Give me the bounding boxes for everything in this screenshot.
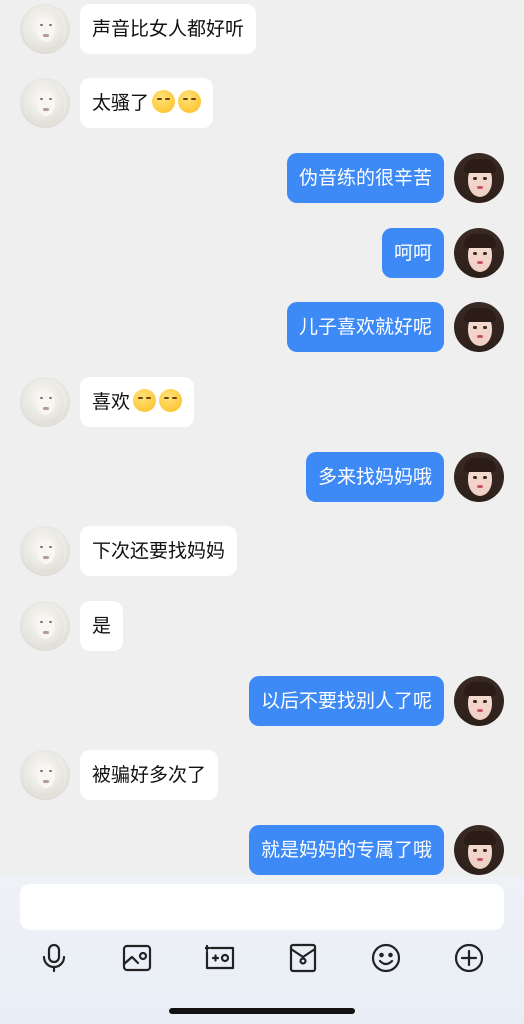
message-bubble[interactable]: 下次还要找妈妈 — [80, 526, 238, 576]
my-avatar[interactable] — [454, 825, 504, 875]
message-text: 多来找妈妈哦 — [317, 466, 432, 488]
message-row: 以后不要找别人了呢 — [0, 676, 524, 726]
message-text: 以后不要找别人了呢 — [260, 690, 432, 712]
message-row: 声音比女人都好听 — [0, 4, 524, 54]
composer-toolbar — [0, 940, 524, 980]
message-row: 呵呵 — [0, 228, 524, 278]
contact-avatar[interactable] — [20, 377, 70, 427]
message-text: 太骚了 — [92, 92, 150, 114]
video-icon[interactable] — [202, 940, 238, 976]
microphone-icon[interactable] — [36, 940, 72, 976]
message-row: 被骗好多次了 — [0, 750, 524, 800]
message-text: 儿子喜欢就好呢 — [298, 316, 432, 338]
contact-avatar[interactable] — [20, 750, 70, 800]
message-row: 下次还要找妈妈 — [0, 526, 524, 576]
message-text: 就是妈妈的专属了哦 — [260, 839, 432, 861]
message-bubble[interactable]: 呵呵 — [381, 228, 444, 278]
message-row: 是 — [0, 601, 524, 651]
message-bubble[interactable]: 太骚了 — [80, 78, 214, 128]
my-avatar[interactable] — [454, 302, 504, 352]
message-row: 就是妈妈的专属了哦 — [0, 825, 524, 875]
sneezing-face-icon — [178, 90, 202, 113]
message-row: 喜欢 — [0, 377, 524, 427]
message-input[interactable] — [20, 884, 504, 930]
message-text: 下次还要找妈妈 — [92, 540, 226, 562]
message-row: 伪音练的很辛苦 — [0, 153, 524, 203]
contact-avatar[interactable] — [20, 526, 70, 576]
message-row: 多来找妈妈哦 — [0, 452, 524, 502]
message-bubble[interactable]: 儿子喜欢就好呢 — [286, 302, 444, 352]
my-avatar[interactable] — [454, 452, 504, 502]
contact-avatar[interactable] — [20, 78, 70, 128]
message-bubble[interactable]: 被骗好多次了 — [80, 750, 219, 800]
message-row: 太骚了 — [0, 78, 524, 128]
message-text: 是 — [92, 615, 112, 637]
message-text: 声音比女人都好听 — [92, 18, 245, 40]
my-avatar[interactable] — [454, 228, 504, 278]
message-bubble[interactable]: 多来找妈妈哦 — [305, 452, 444, 502]
message-bubble[interactable]: 声音比女人都好听 — [80, 4, 257, 54]
message-text: 喜欢 — [92, 391, 131, 413]
image-icon[interactable] — [119, 940, 155, 976]
emoji-icon[interactable] — [368, 940, 404, 976]
message-bubble[interactable]: 喜欢 — [80, 377, 195, 427]
add-icon[interactable] — [451, 940, 487, 976]
message-bubble[interactable]: 伪音练的很辛苦 — [286, 153, 444, 203]
contact-avatar[interactable] — [20, 4, 70, 54]
my-avatar[interactable] — [454, 676, 504, 726]
my-avatar[interactable] — [454, 153, 504, 203]
composer — [0, 876, 524, 1024]
message-text: 呵呵 — [393, 242, 432, 264]
sneezing-face-icon — [152, 90, 176, 113]
message-bubble[interactable]: 就是妈妈的专属了哦 — [248, 825, 444, 875]
message-text: 被骗好多次了 — [92, 764, 207, 786]
message-text: 伪音练的很辛苦 — [298, 167, 432, 189]
message-bubble[interactable]: 以后不要找别人了呢 — [248, 676, 444, 726]
message-bubble[interactable]: 是 — [80, 601, 124, 651]
red-packet-icon[interactable] — [285, 940, 321, 976]
contact-avatar[interactable] — [20, 601, 70, 651]
relieved-face-icon — [133, 389, 157, 412]
relieved-face-icon — [159, 389, 183, 412]
message-row: 儿子喜欢就好呢 — [0, 302, 524, 352]
home-indicator[interactable] — [169, 1008, 355, 1014]
chat-history[interactable]: 声音比女人都好听 太骚了 伪音练的很辛苦 呵呵 儿子喜欢就好呢 喜欢 多来找妈妈… — [0, 0, 524, 876]
